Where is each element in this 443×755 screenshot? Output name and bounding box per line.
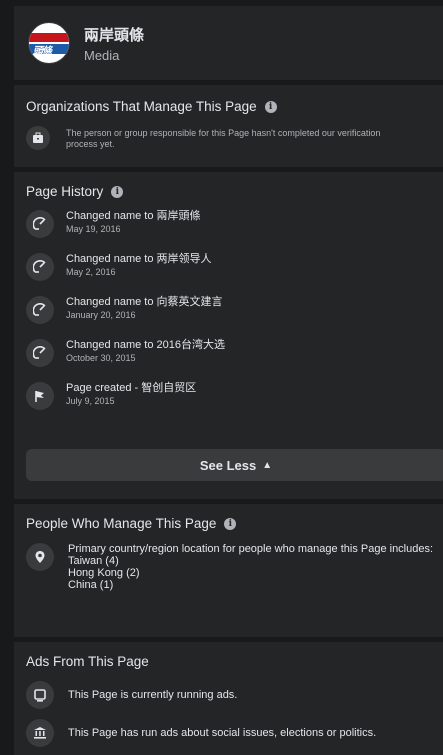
- location-item: China (1): [68, 579, 114, 591]
- history-date: October 30, 2015: [66, 353, 136, 363]
- history-item: Changed name to 向蔡英文建言 January 20, 2016: [14, 296, 443, 324]
- page-logo[interactable]: 頭條: [28, 22, 70, 64]
- rename-icon: [26, 210, 54, 238]
- history-item: Page created - 智创自贸区 July 9, 2015: [14, 382, 443, 410]
- people-intro: Primary country/region location for peop…: [68, 543, 434, 555]
- history-date: July 9, 2015: [66, 396, 115, 406]
- history-text: Changed name to 兩岸頭條: [66, 210, 201, 222]
- monitor-icon: [26, 681, 54, 709]
- page-history-title: Page History: [26, 184, 104, 199]
- history-text: Page created - 智创自贸区: [66, 382, 197, 394]
- page-category: Media: [84, 47, 120, 63]
- ads-item-text: This Page is currently running ads.: [68, 689, 238, 701]
- organizations-section: Organizations That Manage This Page i Th…: [14, 85, 443, 167]
- info-icon[interactable]: i: [264, 100, 277, 113]
- history-date: May 2, 2016: [66, 267, 116, 277]
- organizations-title: Organizations That Manage This Page: [26, 99, 257, 114]
- ads-item: This Page has run ads about social issue…: [14, 719, 443, 747]
- people-title: People Who Manage This Page: [26, 516, 217, 531]
- page-header: 頭條 兩岸頭條 Media: [14, 6, 443, 80]
- ads-title: Ads From This Page: [26, 654, 149, 669]
- info-icon[interactable]: i: [111, 185, 124, 198]
- history-date: May 19, 2016: [66, 224, 121, 234]
- history-text: Changed name to 向蔡英文建言: [66, 296, 223, 308]
- page-name[interactable]: 兩岸頭條: [84, 24, 144, 45]
- page-transparency-panel: 頭條 兩岸頭條 Media Organizations That Manage …: [14, 6, 443, 755]
- ads-item: This Page is currently running ads.: [14, 681, 443, 709]
- history-date: January 20, 2016: [66, 310, 136, 320]
- rename-icon: [26, 253, 54, 281]
- history-text: Changed name to 2016台湾大选: [66, 339, 225, 351]
- info-icon[interactable]: i: [224, 517, 237, 530]
- history-text: Changed name to 两岸领导人: [66, 253, 212, 265]
- location-item: Hong Kong (2): [68, 567, 140, 579]
- location-pin-icon: [26, 543, 54, 571]
- see-less-button[interactable]: See Less ▲: [26, 449, 443, 481]
- institution-icon: [26, 719, 54, 747]
- organizations-message: The person or group responsible for this…: [66, 128, 381, 149]
- history-item: Changed name to 2016台湾大选 October 30, 201…: [14, 339, 443, 367]
- ads-item-text: This Page has run ads about social issue…: [68, 727, 377, 739]
- ads-section: Ads From This Page This Page is currentl…: [14, 642, 443, 755]
- logo-text: 頭條: [33, 46, 52, 57]
- flag-icon: [26, 382, 54, 410]
- people-section: People Who Manage This Page i Primary co…: [14, 504, 443, 637]
- page-history-section: Page History i Changed name to 兩岸頭條 May …: [14, 172, 443, 437]
- history-item: Changed name to 两岸领导人 May 2, 2016: [14, 253, 443, 281]
- location-item: Taiwan (4): [68, 555, 119, 567]
- rename-icon: [26, 296, 54, 324]
- rename-icon: [26, 339, 54, 367]
- history-item: Changed name to 兩岸頭條 May 19, 2016: [14, 210, 443, 238]
- briefcase-icon: [26, 126, 50, 150]
- see-less-label: See Less: [199, 457, 257, 473]
- chevron-up-icon: ▲: [262, 459, 273, 471]
